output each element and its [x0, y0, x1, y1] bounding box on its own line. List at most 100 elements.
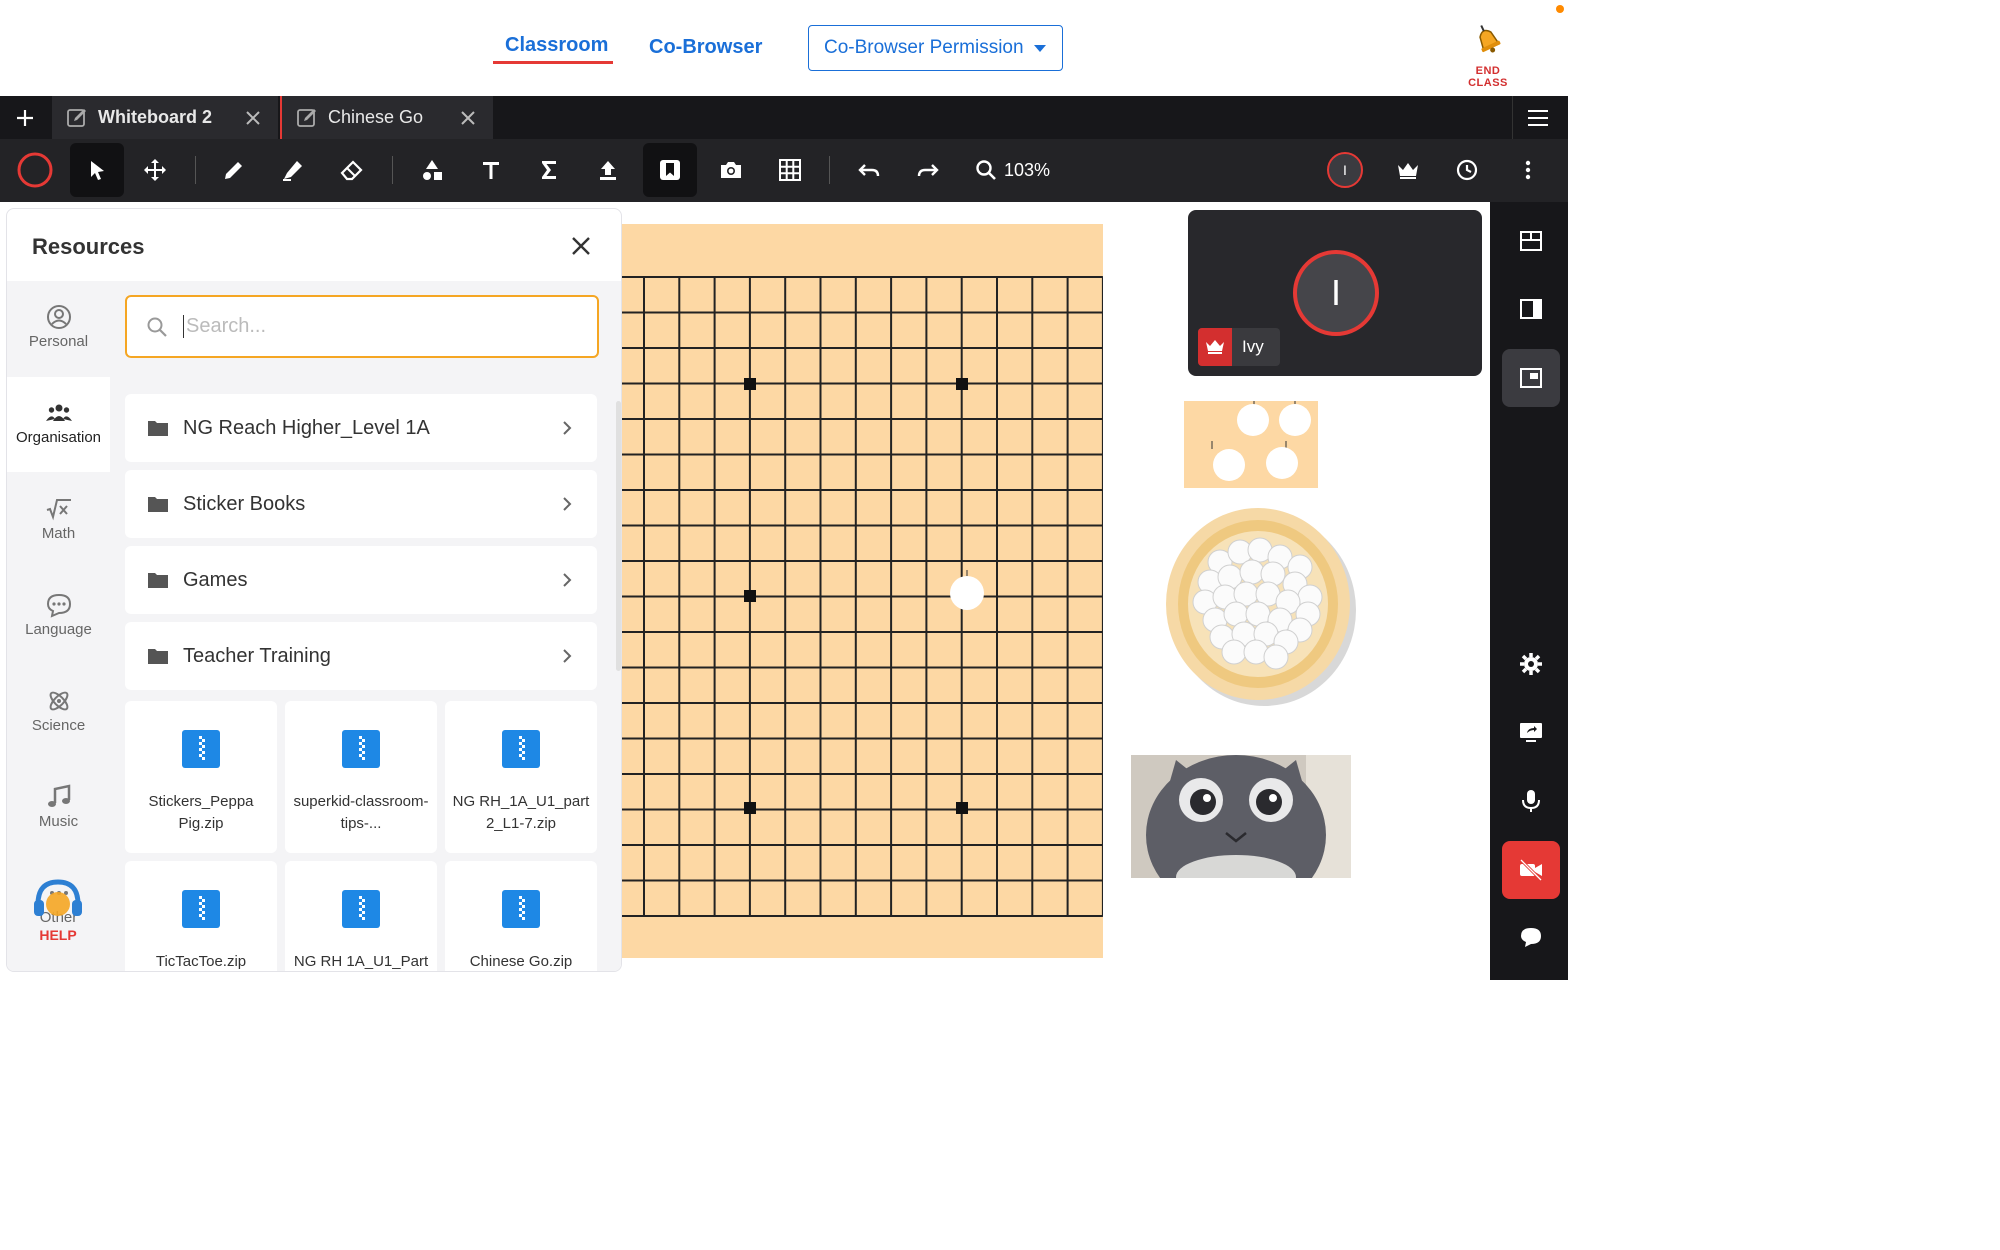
zip-file-card[interactable]: TicTacToe.zip — [125, 861, 277, 971]
microphone-icon — [1522, 790, 1540, 812]
folder-item[interactable]: Teacher Training — [125, 622, 597, 690]
category-label: Math — [41, 525, 76, 542]
folder-item[interactable]: NG Reach Higher_Level 1A — [125, 394, 597, 462]
folder-name: Teacher Training — [183, 644, 331, 667]
avatar: I — [1327, 152, 1363, 188]
zip-file-card[interactable]: Stickers_Peppa Pig.zip — [125, 701, 277, 853]
close-tab-icon[interactable] — [238, 103, 268, 133]
timer-button[interactable] — [1440, 143, 1494, 197]
zip-file-card[interactable]: superkid-classroom-tips-... — [285, 701, 437, 853]
layout-pip-button[interactable] — [1502, 349, 1560, 407]
folder-icon — [148, 573, 168, 588]
close-resources-button[interactable] — [566, 231, 596, 261]
zip-file-card[interactable]: NG RH_1A_U1_part 2_L1-7.zip — [445, 701, 597, 853]
resources-tool[interactable] — [643, 143, 697, 197]
zip-file-card[interactable]: NG RH 1A_U1_Part 1 L1-6.zip — [285, 861, 437, 971]
white-stone[interactable] — [950, 570, 984, 610]
host-crown-icon — [1198, 328, 1232, 366]
resource-category-sidebar: Personal Organisation Math Language Scie… — [7, 281, 110, 971]
avatar-initial: I — [1343, 162, 1347, 178]
highlighter-tool[interactable] — [266, 143, 320, 197]
more-options-button[interactable] — [1501, 143, 1555, 197]
caret-down-icon — [1033, 44, 1046, 52]
shapes-tool[interactable] — [405, 143, 459, 197]
upload-tool[interactable] — [581, 143, 635, 197]
add-tab-button[interactable] — [0, 96, 50, 139]
search-input[interactable] — [183, 315, 563, 338]
classroom-tab-link[interactable]: Classroom — [505, 34, 608, 57]
close-tab-icon[interactable] — [453, 103, 483, 133]
text-tool[interactable] — [464, 143, 518, 197]
end-class-label: END CLASS — [1468, 65, 1508, 89]
category-personal[interactable]: Personal — [7, 281, 110, 376]
camera-off-button[interactable] — [1502, 841, 1560, 899]
layout-grid-button[interactable] — [1502, 212, 1560, 270]
tab-whiteboard-2[interactable]: Whiteboard 2 — [52, 96, 278, 139]
screenshot-tool[interactable] — [704, 143, 758, 197]
pencil-icon — [225, 162, 242, 179]
chevron-right-icon — [563, 497, 572, 511]
zip-file-icon — [502, 890, 540, 928]
camera-snapshot-image[interactable] — [1131, 755, 1351, 878]
category-math[interactable]: Math — [7, 473, 110, 568]
go-board[interactable] — [622, 224, 1103, 958]
edit-icon — [67, 108, 86, 127]
move-tool[interactable] — [128, 143, 182, 197]
people-icon — [45, 404, 72, 421]
upload-icon — [600, 161, 616, 180]
host-controls-button[interactable] — [1381, 143, 1435, 197]
layout-sidebar-button[interactable] — [1502, 280, 1560, 338]
settings-button[interactable] — [1502, 635, 1560, 693]
user-avatar-button[interactable]: I — [1318, 143, 1372, 197]
tab-chinese-go[interactable]: Chinese Go — [280, 96, 493, 139]
clock-icon — [1456, 159, 1478, 181]
tab-label: Chinese Go — [328, 107, 424, 127]
search-field[interactable] — [125, 295, 599, 358]
stones-image — [1211, 401, 1311, 481]
redo-button[interactable] — [901, 143, 955, 197]
marker-icon — [283, 161, 302, 181]
eraser-tool[interactable] — [325, 143, 379, 197]
resources-scrollbar[interactable] — [616, 401, 621, 671]
record-button[interactable] — [8, 143, 62, 197]
record-circle-icon — [17, 152, 53, 188]
file-name: Stickers_Peppa Pig.zip — [148, 793, 254, 832]
bell-icon — [1479, 25, 1501, 53]
active-tab-underline — [493, 61, 613, 64]
undo-button[interactable] — [842, 143, 896, 197]
category-science[interactable]: Science — [7, 665, 110, 760]
stone-bowl-sticker[interactable] — [1160, 502, 1360, 712]
notification-dot — [1556, 5, 1564, 13]
zoom-control[interactable]: 103% — [974, 143, 1050, 197]
participant-video-tile[interactable]: I Ivy — [1188, 210, 1482, 376]
category-organisation[interactable]: Organisation — [7, 377, 110, 472]
toolbar-divider — [195, 156, 196, 184]
folder-item[interactable]: Sticker Books — [125, 470, 597, 538]
zip-file-card[interactable]: Chinese Go.zip — [445, 861, 597, 971]
headset-icon — [34, 879, 82, 916]
cobrowser-permission-dropdown[interactable]: Co-Browser Permission — [808, 25, 1063, 71]
end-class-button[interactable]: END CLASS — [1458, 22, 1518, 89]
formula-tool[interactable] — [522, 143, 576, 197]
screen-share-button[interactable] — [1502, 703, 1560, 761]
file-name: NG RH_1A_U1_part 2_L1-7.zip — [452, 793, 590, 832]
help-label: HELP — [39, 927, 77, 943]
white-stones-sticker[interactable] — [1184, 401, 1318, 488]
chat-button[interactable] — [1502, 908, 1560, 966]
select-tool[interactable] — [70, 143, 124, 197]
folder-item[interactable]: Games — [125, 546, 597, 614]
microphone-button[interactable] — [1502, 772, 1560, 830]
sqrt-icon — [46, 499, 71, 521]
tab-label: Whiteboard 2 — [98, 107, 213, 127]
grid-tool[interactable] — [763, 143, 817, 197]
category-music[interactable]: Music — [7, 761, 110, 856]
cobrowser-tab-link[interactable]: Co-Browser — [649, 36, 762, 59]
vertical-dots-icon — [1525, 160, 1531, 180]
text-t-icon — [483, 162, 499, 179]
right-sidebar — [1490, 202, 1568, 980]
category-label: Organisation — [15, 429, 102, 446]
hamburger-menu-button[interactable] — [1512, 96, 1562, 139]
pencil-tool[interactable] — [207, 143, 261, 197]
help-button[interactable]: HELP — [30, 878, 86, 948]
category-language[interactable]: Language — [7, 569, 110, 664]
